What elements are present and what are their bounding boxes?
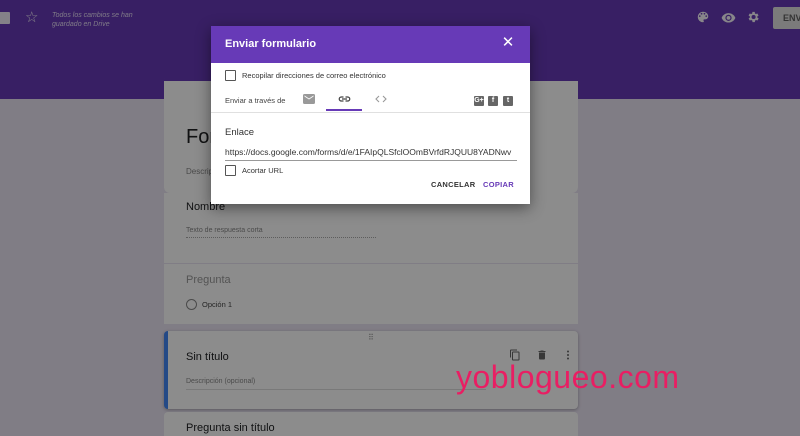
send-form-dialog: Enviar formulario ✕ Recopilar direccione… (211, 26, 530, 204)
link-url-field[interactable]: https://docs.google.com/forms/d/e/1FAIpQ… (225, 147, 517, 161)
close-icon[interactable]: ✕ (500, 35, 516, 51)
send-via-label: Enviar a través de (225, 96, 286, 105)
dialog-header: Enviar formulario ✕ (211, 26, 530, 63)
tab-email[interactable] (291, 89, 327, 111)
facebook-icon[interactable]: f (488, 96, 498, 106)
twitter-icon[interactable]: t (503, 96, 513, 106)
dialog-divider (211, 112, 530, 113)
collect-emails-label: Recopilar direcciones de correo electrón… (242, 71, 386, 80)
tab-link[interactable] (326, 89, 362, 111)
watermark: yoblogueo.com (456, 359, 680, 395)
link-section-title: Enlace (225, 127, 255, 138)
dialog-title: Enviar formulario (225, 38, 317, 50)
collect-emails-checkbox[interactable] (225, 70, 236, 81)
google-plus-icon[interactable]: G+ (474, 96, 484, 106)
shorten-url-checkbox[interactable] (225, 165, 236, 176)
cancel-button[interactable]: CANCELAR (431, 180, 475, 189)
copy-button[interactable]: COPIAR (483, 180, 514, 189)
tab-embed[interactable] (363, 89, 399, 111)
shorten-url-label: Acortar URL (242, 166, 284, 175)
